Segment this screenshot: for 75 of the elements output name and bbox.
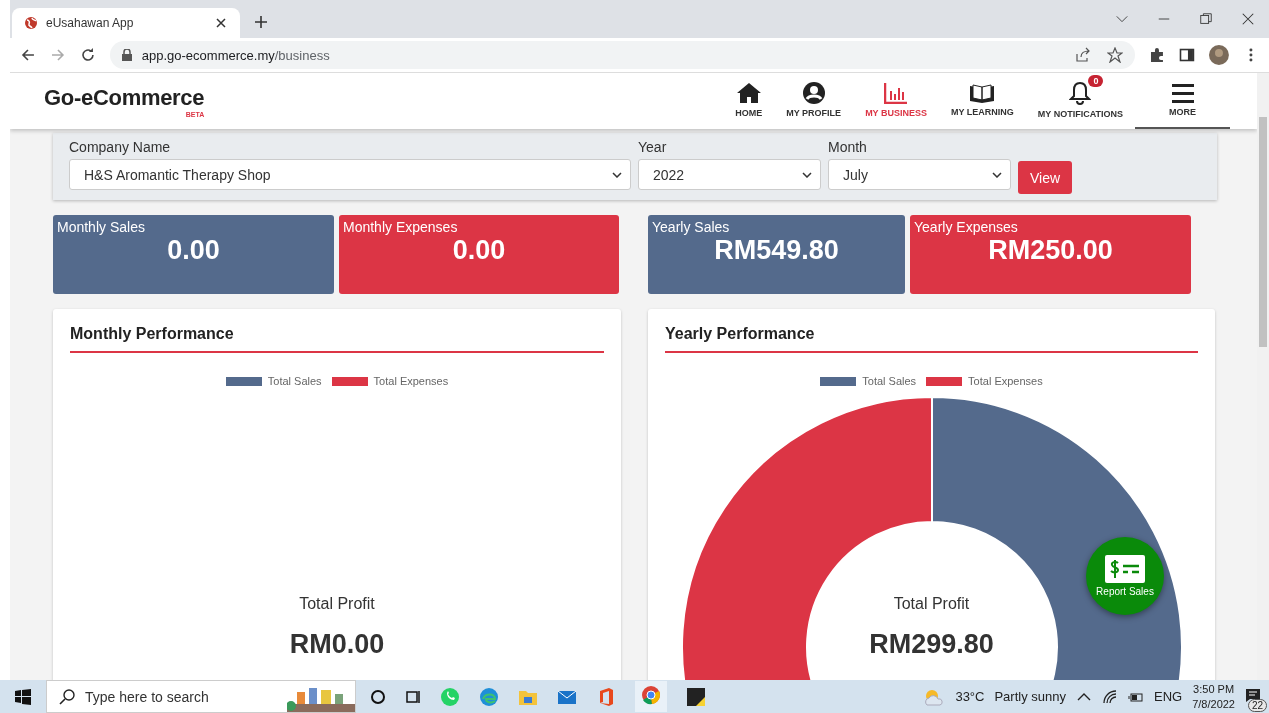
puzzle-icon[interactable] — [1149, 47, 1166, 63]
bell-icon — [1069, 81, 1092, 105]
cortana-icon[interactable] — [370, 688, 386, 705]
stat-label: Yearly Expenses — [914, 219, 1019, 235]
nav-item[interactable]: MY BUSINESS — [853, 73, 939, 129]
legend-label[interactable]: Total Expenses — [373, 375, 449, 387]
home-icon — [736, 82, 761, 104]
legend-label[interactable]: Total Sales — [862, 375, 917, 387]
reload-icon[interactable] — [79, 47, 96, 63]
profit-label: Total Profit — [299, 595, 375, 613]
clock[interactable]: 3:50 PM 7/8/2022 — [1192, 681, 1235, 712]
legend-label[interactable]: Total Sales — [267, 375, 322, 387]
nav-item[interactable]: MY LEARNING — [939, 73, 1026, 129]
plus-icon[interactable] — [254, 15, 268, 29]
field-label: Company Name — [69, 139, 172, 155]
side-panel-icon[interactable] — [1179, 47, 1196, 63]
avatar-icon[interactable] — [1209, 45, 1230, 65]
search-icon — [59, 688, 75, 705]
language-indicator[interactable]: ENG — [1154, 689, 1183, 704]
notification-icon[interactable] — [1245, 687, 1261, 703]
profit-label: Total Profit — [893, 595, 970, 613]
nav-item[interactable]: MORE — [1135, 73, 1230, 129]
weather-temperature[interactable]: 33°C — [955, 689, 985, 704]
notification-badge: 0 — [1088, 75, 1104, 87]
edge-icon[interactable] — [479, 686, 499, 707]
chrome-icon[interactable] — [641, 685, 661, 705]
notification-count: 22 — [1247, 699, 1267, 712]
year-select[interactable]: 2022 — [638, 159, 821, 190]
profit-value: RM0.00 — [289, 629, 385, 660]
nav-item[interactable]: 0 MY NOTIFICATIONS — [1025, 73, 1135, 129]
company-select[interactable]: H&S Aromantic Therapy Shop — [69, 159, 631, 190]
book-icon — [969, 83, 996, 103]
caret-icon — [992, 171, 1002, 178]
wifi-icon[interactable] — [1102, 688, 1118, 705]
logo[interactable]: Go-eCommerce — [44, 84, 205, 111]
view-button[interactable]: View — [1018, 161, 1073, 194]
nav-item[interactable]: MY PROFILE — [774, 73, 854, 129]
browser-tab[interactable]: eUsahawan App — [12, 8, 240, 38]
sticky-notes-icon[interactable] — [686, 686, 706, 707]
weather-condition[interactable]: Partly sunny — [994, 689, 1066, 704]
star-icon[interactable] — [1107, 47, 1124, 63]
address-bar[interactable]: app.go-ecommerce.my/business — [109, 41, 1136, 69]
bar-chart-icon — [884, 82, 909, 104]
close-icon[interactable] — [214, 16, 228, 30]
restore-icon[interactable] — [1199, 12, 1213, 26]
share-icon[interactable] — [1075, 47, 1092, 63]
profit-value: RM299.80 — [869, 629, 994, 660]
card-title: Monthly Performance — [70, 325, 604, 353]
field-label: Month — [828, 139, 868, 155]
stat-value: RM250.00 — [987, 235, 1114, 266]
task-view-icon[interactable] — [405, 688, 421, 705]
stat-label: Monthly Expenses — [343, 219, 459, 235]
lock-icon — [121, 49, 132, 61]
taskbar-search-field[interactable]: Type here to search — [46, 680, 356, 713]
money-icon — [1105, 555, 1145, 583]
stat-label: Monthly Sales — [57, 219, 146, 235]
stat-value: 0.00 — [451, 235, 507, 266]
card-title: Yearly Performance — [665, 325, 1198, 353]
stat-label: Yearly Sales — [652, 219, 731, 235]
back-icon[interactable] — [20, 47, 36, 63]
close-icon[interactable] — [1241, 12, 1255, 26]
scrollbar-thumb[interactable] — [1259, 117, 1267, 347]
menu-icon — [1171, 83, 1194, 103]
field-label: Year — [638, 139, 668, 155]
nav-item[interactable]: HOME — [723, 73, 775, 129]
globe-icon — [24, 16, 38, 30]
user-icon — [802, 82, 825, 104]
caret-icon — [612, 171, 622, 178]
caret-icon — [802, 171, 812, 178]
month-select[interactable]: July — [828, 159, 1011, 190]
stat-value: 0.00 — [166, 235, 221, 266]
legend-label[interactable]: Total Expenses — [968, 375, 1043, 387]
stat-value: RM549.80 — [713, 235, 840, 266]
url-text: app.go-ecommerce.my/business — [141, 47, 330, 63]
windows-icon[interactable] — [15, 688, 31, 705]
